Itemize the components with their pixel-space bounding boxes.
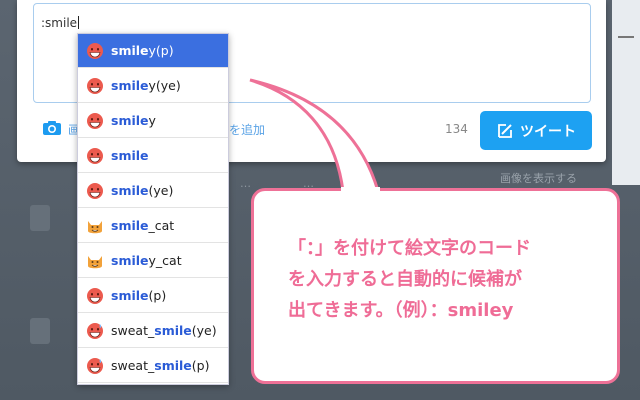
suggestion-rest: y(p) (148, 43, 174, 58)
compose-icon (498, 123, 512, 138)
emoji-suggestion-label: smiley (111, 113, 156, 128)
emoji-suggestion-item[interactable]: smiley(ye) (78, 69, 228, 103)
emoji-suggestion-label: smiley(ye) (111, 78, 181, 93)
emoji-suggestion-item[interactable]: sweat_smile(p) (78, 349, 228, 383)
suggestion-match: smile (111, 288, 149, 303)
cat-face-emoji-icon (88, 255, 102, 268)
sweat-smile-face-emoji-icon (87, 357, 103, 374)
suggestion-rest: y_cat (148, 253, 182, 268)
smile-face-emoji-icon (87, 287, 103, 304)
background-avatar (30, 318, 50, 344)
suggestion-prefix: sweat_ (111, 323, 155, 338)
emoji-suggestion-label: smiley(p) (111, 43, 174, 58)
sweat-smile-face-emoji-icon (87, 322, 103, 339)
suggestion-rest: (ye) (148, 183, 174, 198)
smile-face-emoji-icon (87, 147, 103, 164)
background-avatar (30, 205, 50, 231)
camera-icon[interactable] (42, 120, 62, 136)
suggestion-match: smile (111, 148, 149, 163)
text-caret (78, 16, 80, 29)
smile-face-emoji-icon (87, 77, 103, 94)
show-images-link[interactable]: 画像を表示する (500, 170, 577, 186)
emoji-suggestion-dropdown: smiley(p) smiley(ye) smiley smile smile(ye) s… (77, 33, 229, 385)
callout-line-2: を入力すると自動的に候補が (288, 269, 522, 290)
suggestion-rest: (ye) (191, 323, 217, 338)
emoji-suggestion-label: smile_cat (111, 218, 174, 233)
callout-line-1: 「：」を付けて絵文字のコード (288, 238, 531, 259)
suggestion-prefix: sweat_ (111, 358, 155, 373)
tweet-text-value: :smile (41, 16, 80, 30)
suggestion-rest: y(ye) (148, 78, 181, 93)
smile-face-emoji-icon (87, 112, 103, 129)
cat-face-emoji-icon (88, 220, 102, 233)
smile-face-emoji-icon (87, 182, 103, 199)
emoji-suggestion-label: smiley_cat (111, 253, 182, 268)
suggestion-match: smile (154, 358, 192, 373)
character-counter: 134 (445, 122, 468, 136)
suggestion-rest: (p) (191, 358, 210, 373)
suggestion-rest: _cat (148, 218, 175, 233)
suggestion-rest: (p) (148, 288, 167, 303)
tweet-button[interactable]: ツイート (480, 111, 592, 150)
emoji-suggestion-label: smile(p) (111, 288, 166, 303)
emoji-suggestion-label: smile(ye) (111, 183, 173, 198)
suggestion-match: smile (111, 43, 149, 58)
callout-text: 「：」を付けて絵文字のコード を入力すると自動的に候補が 出てきます。（例）：s… (288, 233, 608, 326)
emoji-suggestion-item[interactable]: smile_cat (78, 209, 228, 243)
emoji-suggestion-item[interactable]: smiley (78, 104, 228, 138)
emoji-suggestion-item[interactable]: smile(p) (78, 279, 228, 313)
emoji-suggestion-label: sweat_smile(p) (111, 358, 209, 373)
emoji-suggestion-item[interactable]: smiley(p) (78, 34, 228, 68)
suggestion-rest: y (148, 113, 156, 128)
emoji-suggestion-item[interactable]: smile(ye) (78, 174, 228, 208)
tweet-button-label: ツイート (520, 123, 576, 140)
suggestion-match: smile (111, 218, 149, 233)
callout-pointer (249, 78, 380, 194)
suggestion-match: smile (111, 253, 149, 268)
suggestion-match: smile (111, 113, 149, 128)
emoji-suggestion-label: sweat_smile(ye) (111, 323, 217, 338)
callout-line-3: 出てきます。（例）：smiley (288, 300, 514, 321)
smile-face-emoji-icon (87, 42, 103, 59)
suggestion-match: smile (111, 78, 149, 93)
suggestion-match: smile (111, 183, 149, 198)
emoji-suggestion-item[interactable]: smile (78, 139, 228, 173)
emoji-suggestion-item[interactable]: smiley_cat (78, 244, 228, 278)
suggestion-match: smile (154, 323, 192, 338)
emoji-suggestion-label: smile (111, 148, 149, 163)
emoji-suggestion-item[interactable]: sweat_smile(ye) (78, 314, 228, 348)
right-panel (612, 0, 640, 185)
